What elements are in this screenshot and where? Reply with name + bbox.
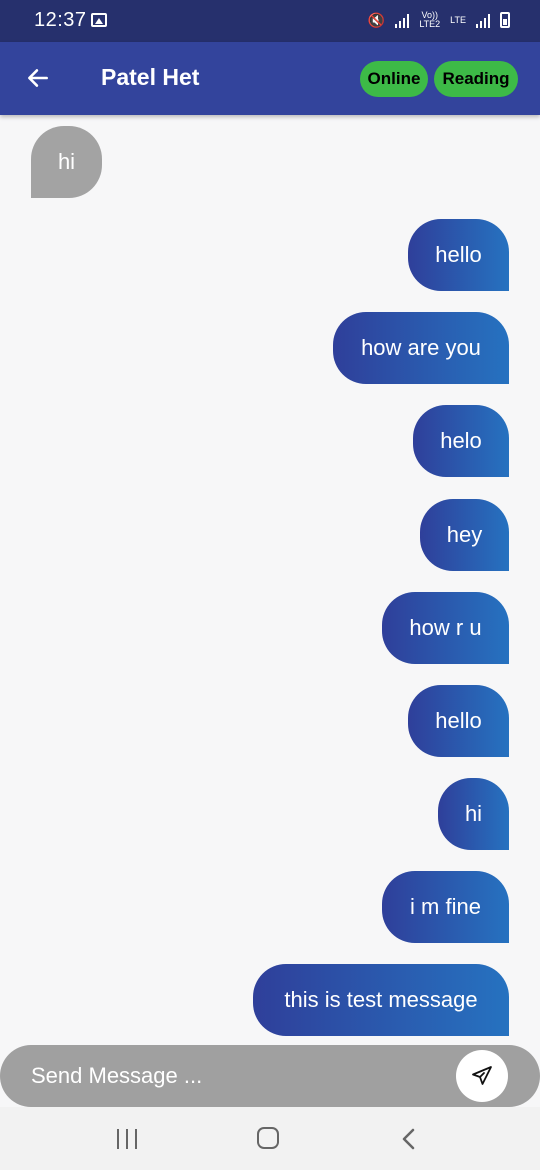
- home-icon[interactable]: [257, 1127, 279, 1149]
- status-chip-reading: Reading: [434, 61, 518, 97]
- network-label: Vo)) LTE2: [419, 11, 440, 29]
- send-icon: [472, 1066, 492, 1085]
- system-nav-bar: [0, 1107, 540, 1170]
- message-bubble-sent: how r u: [382, 592, 509, 664]
- arrow-left-icon: [28, 69, 48, 87]
- chevron-left-icon[interactable]: [398, 1127, 420, 1151]
- image-notification-icon: [91, 13, 107, 27]
- message-list[interactable]: hi hello how are you helo hey how r u he…: [0, 115, 540, 1045]
- signal-2-icon: [476, 12, 490, 28]
- status-time: 12:37: [34, 9, 87, 31]
- battery-icon: [500, 12, 510, 28]
- message-bubble-sent: i m fine: [382, 871, 509, 943]
- back-button[interactable]: [22, 62, 54, 94]
- lte-label: LTE: [450, 14, 466, 25]
- status-bar: 12:37 🔇 Vo)) LTE2 LTE: [0, 0, 540, 42]
- message-bubble-sent: hello: [408, 685, 509, 757]
- status-chip-online: Online: [360, 61, 428, 97]
- message-bubble-received: hi: [31, 126, 102, 198]
- send-button[interactable]: [456, 1050, 508, 1102]
- network-bottom-label: LTE2: [419, 19, 441, 29]
- message-bubble-sent: helo: [413, 405, 509, 477]
- message-composer: [0, 1045, 540, 1107]
- message-input[interactable]: [31, 1055, 431, 1097]
- message-bubble-sent: this is test message: [253, 964, 509, 1036]
- message-bubble-sent: how are you: [333, 312, 509, 384]
- message-bubble-sent: hello: [408, 219, 509, 291]
- recents-icon[interactable]: [117, 1129, 137, 1149]
- message-bubble-sent: hi: [438, 778, 509, 850]
- message-bubble-sent: hey: [420, 499, 509, 571]
- signal-icon: [395, 12, 410, 28]
- app-bar: Patel Het Online Reading: [0, 42, 540, 115]
- status-indicators: 🔇 Vo)) LTE2 LTE: [368, 11, 510, 29]
- chat-title: Patel Het: [101, 64, 200, 90]
- mute-icon: 🔇: [367, 11, 386, 28]
